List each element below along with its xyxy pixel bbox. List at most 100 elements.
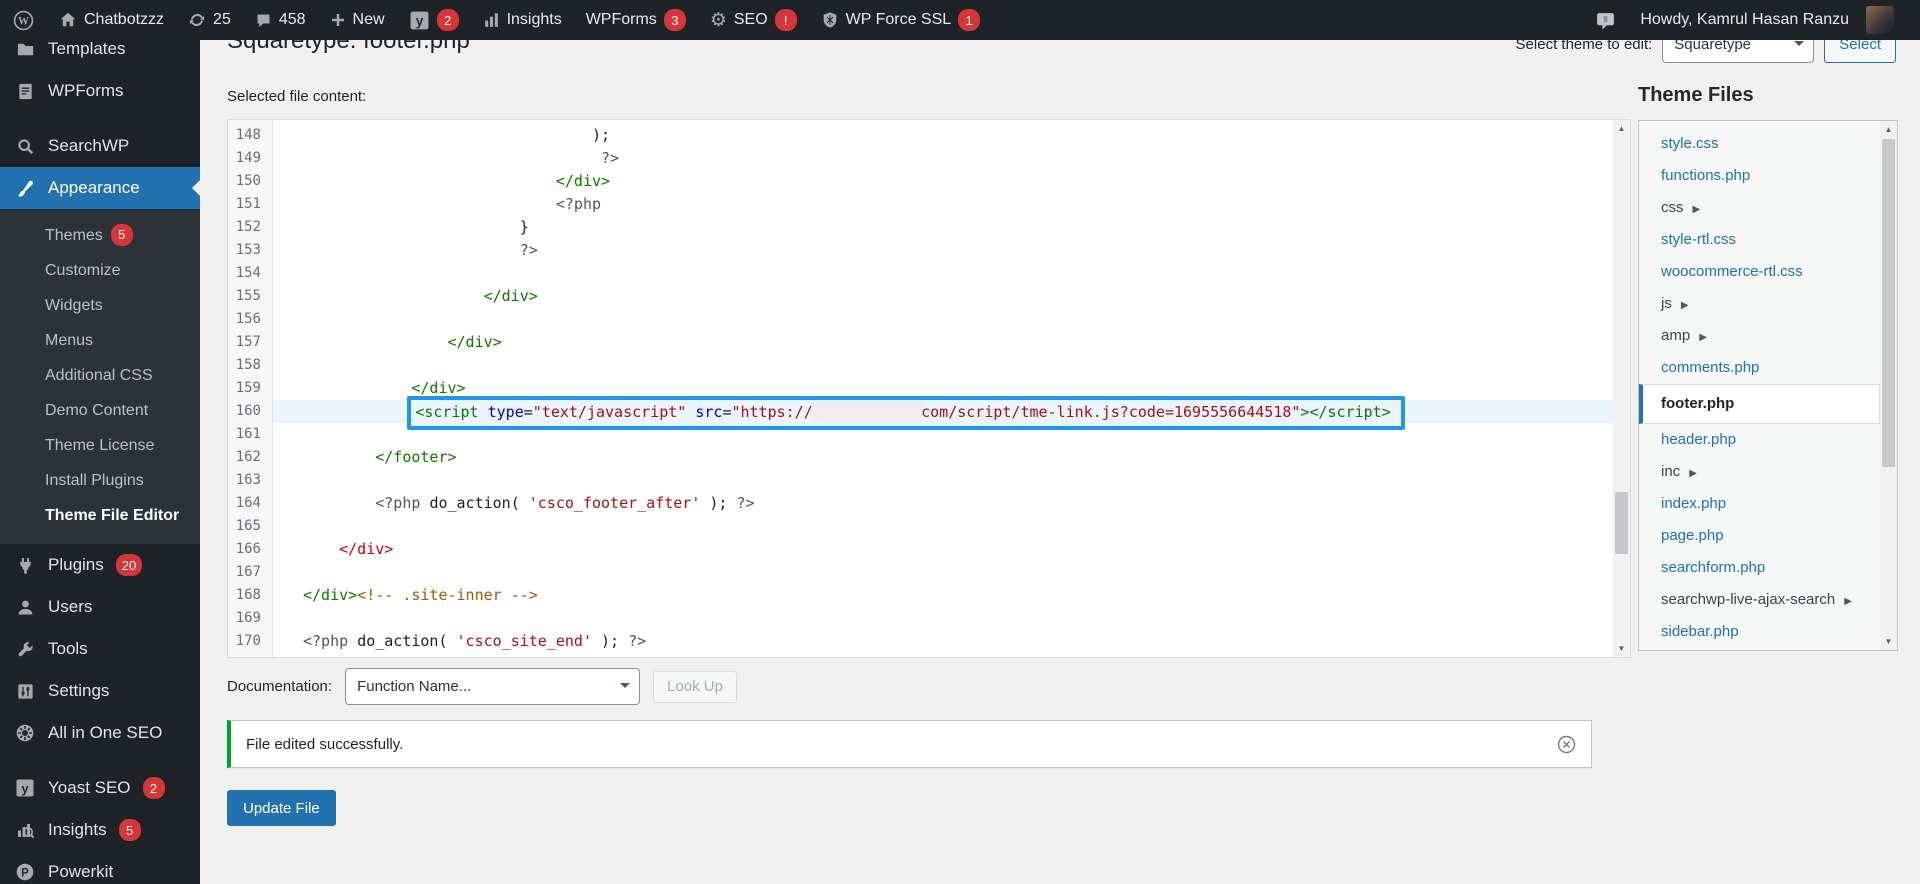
theme-file-style-css[interactable]: style.css: [1639, 128, 1880, 160]
line-number: 167: [228, 561, 273, 584]
messages-menu[interactable]: [1583, 0, 1628, 40]
ssl-label: WP Force SSL: [846, 11, 952, 29]
sidebar-item-searchwp[interactable]: SearchWP: [0, 125, 200, 167]
gear-icon: ⚙: [710, 11, 727, 30]
submenu-item-themes[interactable]: Themes5: [0, 218, 200, 253]
scroll-down-arrow[interactable]: ▼: [1880, 633, 1897, 650]
submenu-item-additional-css[interactable]: Additional CSS: [0, 358, 200, 393]
sidebar-item-yoast-seo[interactable]: yYoast SEO2: [0, 767, 200, 809]
site-name-menu[interactable]: Chatbotzzz: [47, 0, 176, 40]
submenu-item-label: Widgets: [45, 297, 103, 314]
submenu-item-label: Additional CSS: [45, 367, 153, 384]
sidebar-item-all-in-one-seo[interactable]: All in One SEO: [0, 712, 200, 754]
theme-file-woocommerce-rtl-css[interactable]: woocommerce-rtl.css: [1639, 256, 1880, 288]
aioseo-icon: [14, 723, 36, 743]
comments-menu[interactable]: 458: [243, 0, 318, 40]
sidebar-item-appearance[interactable]: Appearance: [0, 167, 200, 209]
theme-file-page-php[interactable]: page.php: [1639, 520, 1880, 552]
line-content: <script type="text/javascript" src="http…: [273, 400, 1613, 423]
editor-scrollbar[interactable]: ▲ ▼: [1613, 120, 1630, 657]
submenu-item-install-plugins[interactable]: Install Plugins: [0, 463, 200, 498]
code-line-155: 155 </div>: [228, 285, 1613, 308]
wp-force-ssl-menu[interactable]: WP Force SSL 1: [809, 0, 993, 40]
function-select[interactable]: Function Name...: [345, 668, 640, 705]
dismiss-notice-button[interactable]: [1557, 735, 1576, 754]
line-content: </div>: [273, 331, 1613, 354]
theme-file-style-rtl-css[interactable]: style-rtl.css: [1639, 224, 1880, 256]
submenu-item-demo-content[interactable]: Demo Content: [0, 393, 200, 428]
sidebar-item-users[interactable]: Users: [0, 586, 200, 628]
bar-chart-icon: [483, 12, 500, 29]
lookup-button[interactable]: Look Up: [653, 671, 737, 703]
close-icon: [1557, 735, 1576, 754]
submenu-item-widgets[interactable]: Widgets: [0, 288, 200, 323]
theme-file-functions-php[interactable]: functions.php: [1639, 160, 1880, 192]
files-scrollbar[interactable]: ▲ ▼: [1880, 121, 1897, 650]
line-number: 150: [228, 170, 273, 193]
line-content: [273, 561, 1613, 584]
editor-scrollbar-thumb[interactable]: [1615, 492, 1628, 554]
insights-menu[interactable]: Insights: [471, 0, 574, 40]
file-label: searchform.php: [1661, 559, 1765, 576]
sidebar-item-plugins[interactable]: Plugins 20: [0, 544, 200, 586]
theme-file-css[interactable]: css▶: [1639, 192, 1880, 224]
submenu-item-customize[interactable]: Customize: [0, 253, 200, 288]
update-file-button[interactable]: Update File: [227, 790, 336, 826]
sidebar-item-tools[interactable]: Tools: [0, 628, 200, 670]
comments-icon: [255, 12, 272, 29]
new-content-menu[interactable]: New: [318, 0, 397, 40]
code-editor[interactable]: 148 );149 ?>150 </div>151 <?php152 }153: [227, 119, 1631, 658]
updates-menu[interactable]: 25: [176, 0, 243, 40]
theme-file-js[interactable]: js▶: [1639, 288, 1880, 320]
scroll-up-arrow[interactable]: ▲: [1613, 120, 1630, 137]
submenu-item-theme-license[interactable]: Theme License: [0, 428, 200, 463]
scroll-up-arrow[interactable]: ▲: [1880, 121, 1897, 138]
appearance-submenu: Themes5 Customize Widgets Menus Additional C…: [0, 209, 200, 544]
plus-icon: [330, 12, 346, 28]
yoast-menu[interactable]: y 2: [397, 0, 471, 40]
folder-arrow-icon: ▶: [1681, 300, 1689, 311]
menu-separator: [0, 112, 200, 125]
line-content: ?>: [273, 147, 1613, 170]
sidebar-item-label: Plugins: [48, 555, 104, 575]
theme-file-header-php[interactable]: header.php: [1639, 424, 1880, 456]
theme-file-index-php[interactable]: index.php: [1639, 488, 1880, 520]
wpforms-menu[interactable]: WPForms 3: [574, 0, 698, 40]
theme-file-searchform-php[interactable]: searchform.php: [1639, 552, 1880, 584]
theme-file-comments-php[interactable]: comments.php: [1639, 352, 1880, 384]
line-content: <?php: [273, 193, 1613, 216]
seo-badge: !: [775, 9, 797, 31]
yoast-badge: 2: [437, 9, 459, 31]
sidebar-item-powerkit[interactable]: PPowerkit: [0, 851, 200, 884]
theme-file-searchwp-live-ajax-search[interactable]: searchwp-live-ajax-search▶: [1639, 584, 1880, 616]
sidebar-item-insights[interactable]: Insights5: [0, 809, 200, 851]
seo-menu[interactable]: ⚙ SEO !: [698, 0, 809, 40]
submenu-item-label: Install Plugins: [45, 472, 144, 489]
sidebar-item-label: SearchWP: [48, 136, 129, 156]
scroll-down-arrow[interactable]: ▼: [1613, 640, 1630, 657]
submenu-item-label: Customize: [45, 262, 121, 279]
sidebar-item-settings[interactable]: Settings: [0, 670, 200, 712]
count-badge: 20: [116, 554, 142, 576]
theme-file-amp[interactable]: amp▶: [1639, 320, 1880, 352]
wpforms-label: WPForms: [586, 11, 657, 29]
wordpress-logo-icon: W: [12, 9, 35, 32]
howdy-label: Howdy, Kamrul Hasan Ranzu: [1640, 11, 1849, 29]
submenu-item-menus[interactable]: Menus: [0, 323, 200, 358]
file-label: inc: [1661, 463, 1680, 480]
sidebar-item-wpforms[interactable]: WPForms: [0, 70, 200, 112]
files-scrollbar-thumb[interactable]: [1882, 139, 1895, 467]
theme-file-inc[interactable]: inc▶: [1639, 456, 1880, 488]
code-line-164: 164 <?php do_action( 'csco_footer_after'…: [228, 492, 1613, 515]
my-account-menu[interactable]: Howdy, Kamrul Hasan Ranzu: [1628, 0, 1906, 40]
theme-file-footer-php[interactable]: footer.php: [1639, 384, 1880, 424]
theme-file-sidebar-php[interactable]: sidebar.php: [1639, 616, 1880, 648]
wp-logo-menu[interactable]: W: [0, 0, 47, 40]
submenu-item-theme-file-editor[interactable]: Theme File Editor: [0, 498, 200, 533]
main-content: Squaretype: footer.php Select theme to e…: [200, 0, 1920, 826]
insights-icon: [14, 820, 36, 840]
submenu-item-label: Theme License: [45, 437, 154, 454]
line-content: [273, 262, 1613, 285]
powerkit-icon: P: [14, 862, 36, 882]
folder-arrow-icon: ▶: [1844, 596, 1852, 607]
